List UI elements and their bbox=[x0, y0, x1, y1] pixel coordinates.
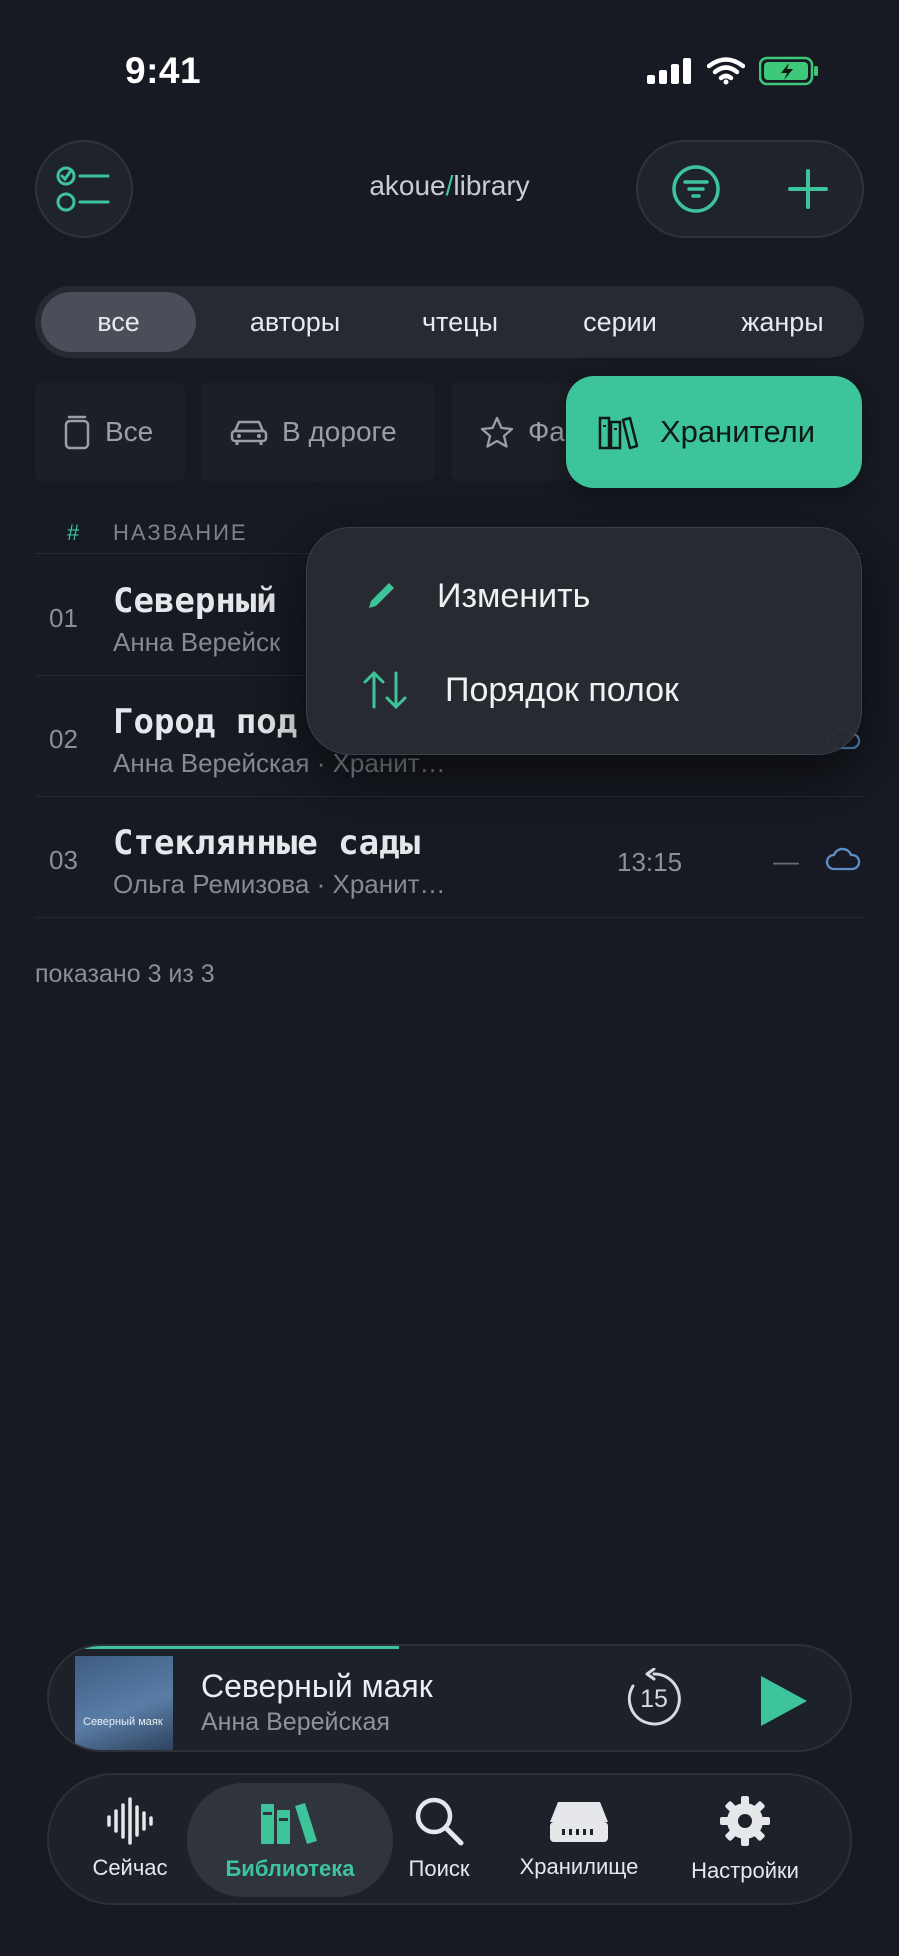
shelf-label: Хранители bbox=[660, 414, 816, 449]
row-title: Северный bbox=[113, 581, 277, 621]
jar-icon bbox=[64, 415, 90, 450]
segment-series[interactable]: серии bbox=[535, 292, 705, 352]
row-subtitle: Анна Верейск bbox=[113, 627, 281, 657]
status-time: 9:41 bbox=[125, 50, 202, 91]
tab-storage[interactable]: Хранилище bbox=[509, 1775, 649, 1903]
books-icon bbox=[598, 416, 639, 450]
cloud-icon bbox=[825, 847, 861, 871]
row-progress: — bbox=[773, 846, 799, 876]
tab-label: Настройки bbox=[691, 1858, 799, 1883]
cover-title: Северный маяк bbox=[83, 1716, 163, 1728]
wifi-icon bbox=[707, 57, 745, 85]
row-duration: 13:15 bbox=[617, 847, 683, 877]
category-segmented-control: все авторы чтецы серии жанры bbox=[35, 286, 864, 358]
row-title: Город под bbox=[113, 702, 298, 742]
header-actions bbox=[636, 140, 864, 238]
segment-genres[interactable]: жанры bbox=[705, 292, 860, 352]
tab-library[interactable]: Библиотека bbox=[187, 1783, 393, 1897]
sort-arrows-icon bbox=[363, 671, 407, 709]
skip-back-15-button[interactable]: 15 bbox=[623, 1668, 685, 1730]
pencil-icon bbox=[369, 583, 394, 608]
menu-item-shelf-order[interactable]: Порядок полок bbox=[361, 660, 679, 720]
add-icon[interactable] bbox=[786, 167, 830, 211]
column-header-number: # bbox=[67, 520, 82, 545]
mini-player[interactable]: Северный маяк Северный маяк Анна Верейск… bbox=[47, 1644, 852, 1752]
context-menu: Изменить Порядок полок bbox=[306, 527, 862, 755]
tab-bar: Сейчас Библиотека Поиск Хранилище Настро… bbox=[47, 1773, 852, 1905]
menu-item-label: Порядок полок bbox=[445, 670, 679, 709]
tab-label: Сейчас bbox=[92, 1855, 168, 1880]
shelf-label: Фа bbox=[528, 416, 565, 447]
storage-icon bbox=[550, 1802, 608, 1842]
tab-label: Библиотека bbox=[225, 1856, 355, 1881]
row-subtitle: Ольга Ремизова · Хранит… bbox=[113, 869, 446, 899]
library-icon bbox=[261, 1803, 317, 1844]
column-header-title[interactable]: НАЗВАНИЕ bbox=[113, 520, 248, 546]
shelf-on-the-road[interactable]: В дороге bbox=[202, 383, 434, 481]
cellular-signal-icon bbox=[647, 58, 691, 84]
segment-authors[interactable]: авторы bbox=[205, 292, 385, 352]
battery-charging-icon bbox=[759, 56, 818, 86]
title-suffix: library bbox=[453, 170, 530, 201]
skip-amount: 15 bbox=[640, 1685, 668, 1713]
row-number: 01 bbox=[49, 603, 78, 633]
title-prefix: akoue bbox=[369, 170, 446, 201]
search-icon bbox=[415, 1797, 464, 1846]
menu-item-label: Изменить bbox=[437, 576, 591, 615]
table-row[interactable]: 03 Стеклянные сады Ольга Ремизова · Хран… bbox=[35, 797, 864, 918]
tab-now-playing[interactable]: Сейчас bbox=[85, 1775, 175, 1903]
filter-icon[interactable] bbox=[670, 163, 722, 215]
shelf-favorites[interactable]: Фа bbox=[452, 383, 582, 481]
now-playing-title: Северный маяк bbox=[201, 1668, 433, 1704]
waveform-icon bbox=[107, 1797, 153, 1845]
shown-count: показано 3 из 3 bbox=[35, 960, 215, 988]
tab-label: Хранилище bbox=[519, 1854, 639, 1879]
shelf-all[interactable]: Все bbox=[35, 383, 185, 481]
status-icons bbox=[647, 56, 819, 86]
shelf-label: В дороге bbox=[282, 416, 397, 447]
now-playing-artist: Анна Верейская bbox=[201, 1708, 390, 1736]
tab-search[interactable]: Поиск bbox=[394, 1775, 484, 1903]
star-icon bbox=[480, 416, 514, 448]
shelf-keepers[interactable]: Хранители bbox=[566, 376, 862, 488]
shelf-label: Все bbox=[105, 416, 154, 447]
play-icon[interactable] bbox=[757, 1674, 809, 1728]
segment-all[interactable]: все bbox=[41, 292, 196, 352]
tab-label: Поиск bbox=[408, 1856, 470, 1881]
row-number: 02 bbox=[49, 724, 78, 754]
gear-icon bbox=[720, 1796, 770, 1846]
row-title: Стеклянные сады bbox=[113, 823, 421, 863]
row-number: 03 bbox=[49, 845, 78, 875]
car-icon bbox=[230, 420, 268, 445]
segment-narrators[interactable]: чтецы bbox=[385, 292, 535, 352]
playback-progress-bar bbox=[79, 1646, 400, 1649]
album-cover: Северный маяк bbox=[75, 1656, 173, 1750]
tab-settings[interactable]: Настройки bbox=[675, 1775, 815, 1903]
menu-item-edit[interactable]: Изменить bbox=[361, 566, 590, 626]
